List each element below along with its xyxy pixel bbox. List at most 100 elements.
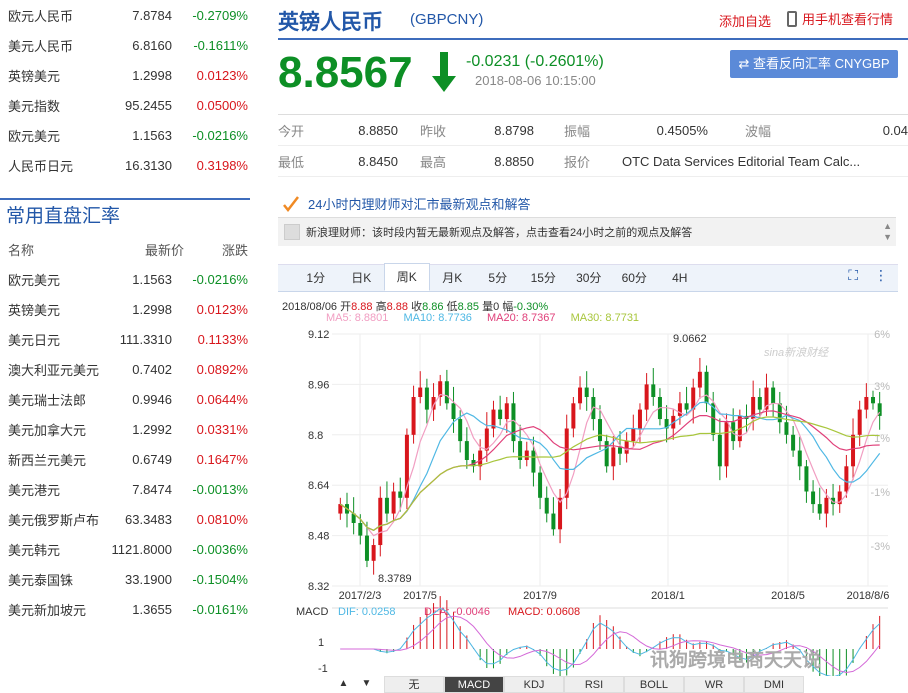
rate-price: 1121.8000	[111, 541, 173, 557]
candle-body	[451, 403, 456, 420]
rate-row[interactable]: 美元人民币 6.8160 -0.1611%	[0, 30, 250, 60]
pct-tick-label: 1%	[874, 433, 890, 445]
rate-price: 1.1563	[132, 127, 172, 143]
rate-price: 16.3130	[125, 157, 172, 173]
advisor-tip-bar[interactable]: 24小时内理财师对汇市最新观点和解答	[278, 190, 896, 218]
indicator-tab[interactable]: RSI	[564, 676, 624, 693]
pct-tick-label: -1%	[870, 487, 890, 499]
tab-period[interactable]: 1分	[293, 265, 339, 291]
direct-rates-header: 名称 最新价 涨跌	[0, 234, 250, 264]
rate-name: 英镑美元	[8, 68, 61, 84]
direct-rates-title: 常用直盘汇率	[0, 198, 250, 234]
mobile-view-link[interactable]: 用手机查看行情	[787, 9, 893, 28]
rate-name: 美元人民币	[8, 38, 74, 54]
y-tick-label: 9.12	[308, 329, 329, 341]
direct-rate-row[interactable]: 新西兰元美元 0.6749 0.1647%	[0, 444, 250, 474]
rate-change: 0.1133%	[197, 331, 248, 347]
direct-rate-row[interactable]: 美元泰国铢 33.1900 -0.1504%	[0, 564, 250, 594]
indicator-tab[interactable]: 无	[384, 676, 444, 693]
direct-rate-row[interactable]: 欧元美元 1.1563 -0.0216%	[0, 264, 250, 294]
tab-period[interactable]: 周K	[384, 263, 430, 291]
rate-row[interactable]: 人民币日元 16.3130 0.3198%	[0, 150, 250, 180]
chart-tools: ⛶ ⋮	[848, 267, 888, 284]
direct-rate-row[interactable]: 英镑美元 1.2998 0.0123%	[0, 294, 250, 324]
page-title: 英镑人民币	[278, 11, 383, 34]
mobile-view-label: 用手机查看行情	[802, 12, 894, 27]
candle-body	[391, 491, 396, 514]
tab-period[interactable]: 5分	[475, 265, 521, 291]
rate-name: 美元加拿大元	[8, 422, 87, 438]
rate-price: 95.2455	[125, 97, 172, 113]
candle-body	[611, 447, 616, 467]
phone-icon	[787, 10, 797, 27]
direct-rate-row[interactable]: 美元瑞士法郎 0.9946 0.0644%	[0, 384, 250, 414]
direct-rate-row[interactable]: 美元加拿大元 1.2992 0.0331%	[0, 414, 250, 444]
rate-name: 新西兰元美元	[8, 452, 87, 468]
advisor-tip-text: 24小时内理财师对汇市最新观点和解答	[308, 197, 531, 212]
direct-rate-row[interactable]: 美元新加坡元 1.3655 -0.0161%	[0, 594, 250, 624]
stat-label: 最低	[278, 154, 305, 170]
candle-body	[644, 384, 649, 410]
rate-row[interactable]: 美元指数 95.2455 0.0500%	[0, 90, 250, 120]
rate-row[interactable]: 欧元美元 1.1563 -0.0216%	[0, 120, 250, 150]
rate-name: 美元新加坡元	[8, 602, 87, 618]
rate-name: 美元俄罗斯卢布	[8, 512, 100, 528]
tab-period[interactable]: 4H	[657, 265, 703, 291]
indicator-tab[interactable]: MACD	[444, 676, 504, 693]
rate-name: 欧元人民币	[8, 8, 74, 24]
rate-price: 7.8784	[132, 7, 172, 23]
candle-body	[598, 419, 603, 442]
indicator-tab[interactable]: BOLL	[624, 676, 684, 693]
candle-body	[498, 409, 503, 420]
ma10-value: MA10: 8.7736	[403, 312, 472, 324]
rate-change: -0.2709%	[192, 7, 248, 23]
direct-rate-row[interactable]: 美元俄罗斯卢布 63.3483 0.0810%	[0, 504, 250, 534]
tab-period[interactable]: 15分	[521, 265, 567, 291]
checkmark-icon	[283, 195, 299, 212]
indicator-tab[interactable]: DMI	[744, 676, 804, 693]
candle-body	[398, 491, 403, 498]
indicator-tab[interactable]: KDJ	[504, 676, 564, 693]
indicator-tab[interactable]: WR	[684, 676, 744, 693]
reverse-rate-button[interactable]: ⇄ 查看反向汇率 CNYGBP	[730, 50, 898, 78]
candle-body	[551, 513, 556, 530]
rate-change: -0.0161%	[192, 601, 248, 617]
candle-body	[717, 434, 722, 467]
scroll-arrows-icon[interactable]: ▲ ▼	[883, 221, 892, 243]
stat-label: 昨收	[420, 123, 447, 139]
rate-name: 澳大利亚元美元	[8, 362, 100, 378]
candle-body	[857, 409, 862, 435]
candle-body	[424, 387, 429, 410]
add-watchlist-link[interactable]: 添加自选	[719, 11, 771, 30]
direct-rate-row[interactable]: 美元日元 111.3310 0.1133%	[0, 324, 250, 354]
rate-change: 0.0123%	[196, 301, 248, 317]
rate-price: 0.9946	[132, 391, 172, 407]
macd-tick: -1	[318, 663, 328, 675]
direct-rate-row[interactable]: 澳大利亚元美元 0.7402 0.0892%	[0, 354, 250, 384]
tab-period[interactable]: 日K	[339, 265, 385, 291]
tab-period[interactable]: 月K	[430, 265, 476, 291]
candle-body	[684, 403, 689, 410]
tab-period[interactable]: 60分	[612, 265, 658, 291]
candle-body	[797, 450, 802, 467]
kline-chart[interactable]: 9.12 8.96 8.8 8.64 8.48 8.32 6% 3% 1% -1% -3% 2017/…	[278, 324, 908, 676]
y-tick-label: 8.96	[308, 379, 329, 391]
advisor-news-bar[interactable]: 新浪理财师：该时段内暂无最新观点及解答，点击查看24小时之前的观点及解答 ▲ ▼	[278, 218, 896, 246]
direct-rate-row[interactable]: 美元韩元 1121.8000 -0.0036%	[0, 534, 250, 564]
rate-price: 33.1900	[125, 571, 172, 587]
candle-body	[378, 497, 383, 546]
tab-period[interactable]: 30分	[566, 265, 612, 291]
rate-name: 美元泰国铢	[8, 572, 74, 588]
rate-change: 0.0123%	[196, 67, 248, 83]
rate-row[interactable]: 欧元人民币 7.8784 -0.2709%	[0, 0, 250, 30]
fullscreen-icon[interactable]: ⛶	[848, 267, 858, 284]
more-icon[interactable]: ⋮	[874, 267, 888, 284]
candle-body	[631, 428, 636, 442]
rate-change: 0.1647%	[196, 451, 248, 467]
rate-price: 1.2998	[132, 301, 172, 317]
direct-rate-row[interactable]: 美元港元 7.8474 -0.0013%	[0, 474, 250, 504]
candle-body	[784, 422, 789, 435]
stat-value: 8.8850	[494, 153, 534, 169]
rate-row[interactable]: 英镑美元 1.2998 0.0123%	[0, 60, 250, 90]
candle-body	[637, 409, 642, 429]
